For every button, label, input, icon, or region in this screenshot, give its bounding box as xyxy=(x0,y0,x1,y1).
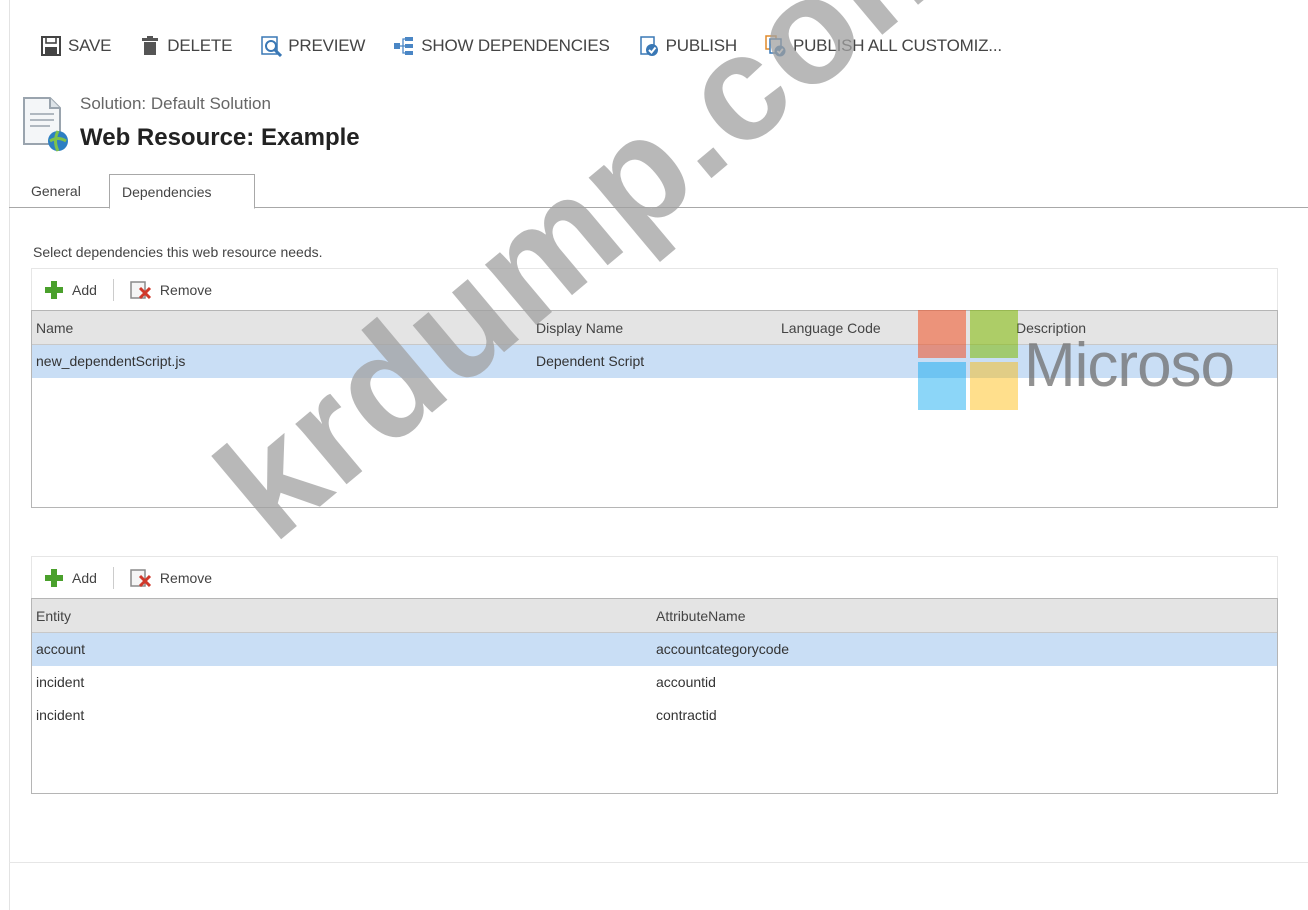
show-dependencies-label: SHOW DEPENDENCIES xyxy=(421,36,610,55)
add-web-resource-button[interactable]: Add xyxy=(38,280,103,300)
instruction-text: Select dependencies this web resource ne… xyxy=(33,244,323,260)
column-header-attribute-name[interactable]: AttributeName xyxy=(656,608,745,624)
table-row[interactable]: new_dependentScript.js Dependent Script xyxy=(32,345,1277,378)
page-title: Web Resource: Example xyxy=(80,124,360,151)
add-attribute-button[interactable]: Add xyxy=(38,568,103,588)
column-header-display-name[interactable]: Display Name xyxy=(536,320,623,336)
save-label: SAVE xyxy=(68,36,112,55)
attributes-panel: Add Remove Entity AttributeName account … xyxy=(31,556,1278,794)
add-label: Add xyxy=(72,569,97,586)
trash-icon xyxy=(142,36,159,55)
column-header-description[interactable]: Description xyxy=(1016,320,1086,336)
remove-icon xyxy=(130,568,151,587)
cell-attribute: accountid xyxy=(656,674,716,690)
save-button[interactable]: SAVE xyxy=(40,35,111,57)
publish-button[interactable]: PUBLISH xyxy=(638,35,737,57)
table-row[interactable]: incident contractid xyxy=(32,699,1277,732)
toolbar-separator xyxy=(112,278,114,301)
web-resource-icon xyxy=(23,97,68,152)
delete-button[interactable]: DELETE xyxy=(139,35,232,57)
dependencies-icon xyxy=(394,37,414,55)
preview-button[interactable]: PREVIEW xyxy=(260,35,365,57)
grid-header: Name Display Name Language Code Descript… xyxy=(32,311,1277,345)
web-resources-grid: Name Display Name Language Code Descript… xyxy=(31,310,1278,508)
cell-entity: incident xyxy=(36,707,85,723)
column-header-entity[interactable]: Entity xyxy=(36,608,71,624)
cell-entity: incident xyxy=(36,674,85,690)
publish-all-customizations-button[interactable]: PUBLISH ALL CUSTOMIZ... xyxy=(765,35,1002,57)
attributes-toolbar: Add Remove xyxy=(31,556,1278,598)
preview-icon xyxy=(261,36,283,57)
preview-label: PREVIEW xyxy=(288,36,366,55)
solution-label: Solution: Default Solution xyxy=(80,94,271,113)
plus-icon xyxy=(45,568,63,587)
footer-divider xyxy=(9,862,1308,863)
table-row[interactable]: account accountcategorycode xyxy=(32,633,1277,666)
tab-dependencies[interactable]: Dependencies xyxy=(109,174,255,209)
publish-all-icon xyxy=(765,35,786,57)
publish-label: PUBLISH xyxy=(665,36,738,55)
web-resources-panel: Add Remove Name Display Name Language Co… xyxy=(31,268,1278,508)
column-header-name[interactable]: Name xyxy=(36,320,73,336)
add-label: Add xyxy=(72,281,97,298)
attributes-grid: Entity AttributeName account accountcate… xyxy=(31,598,1278,794)
remove-label: Remove xyxy=(159,569,213,586)
remove-label: Remove xyxy=(159,281,213,298)
remove-web-resource-button[interactable]: Remove xyxy=(124,280,218,300)
grid-header: Entity AttributeName xyxy=(32,599,1277,633)
cell-entity: account xyxy=(36,641,86,657)
plus-icon xyxy=(45,280,63,299)
cell-attribute: accountcategorycode xyxy=(656,641,790,657)
toolbar-separator xyxy=(112,566,114,589)
tab-bar: General Dependencies xyxy=(9,174,1308,209)
table-row[interactable]: incident accountid xyxy=(32,666,1277,699)
column-header-language-code[interactable]: Language Code xyxy=(781,320,881,336)
save-icon xyxy=(41,36,61,56)
publish-icon xyxy=(639,36,658,56)
remove-icon xyxy=(130,280,151,299)
publish-all-label: PUBLISH ALL CUSTOMIZ... xyxy=(792,36,1002,55)
command-bar: SAVE DELETE PREVIEW SHOW DEPENDENCIES PU… xyxy=(40,30,1002,62)
cell-attribute: contractid xyxy=(656,707,717,723)
cell-name: new_dependentScript.js xyxy=(36,353,186,369)
tab-general[interactable]: General xyxy=(19,174,101,208)
delete-label: DELETE xyxy=(167,36,233,55)
show-dependencies-button[interactable]: SHOW DEPENDENCIES xyxy=(393,35,610,57)
cell-display-name: Dependent Script xyxy=(536,353,645,369)
remove-attribute-button[interactable]: Remove xyxy=(124,568,218,588)
web-resources-toolbar: Add Remove xyxy=(31,268,1278,310)
